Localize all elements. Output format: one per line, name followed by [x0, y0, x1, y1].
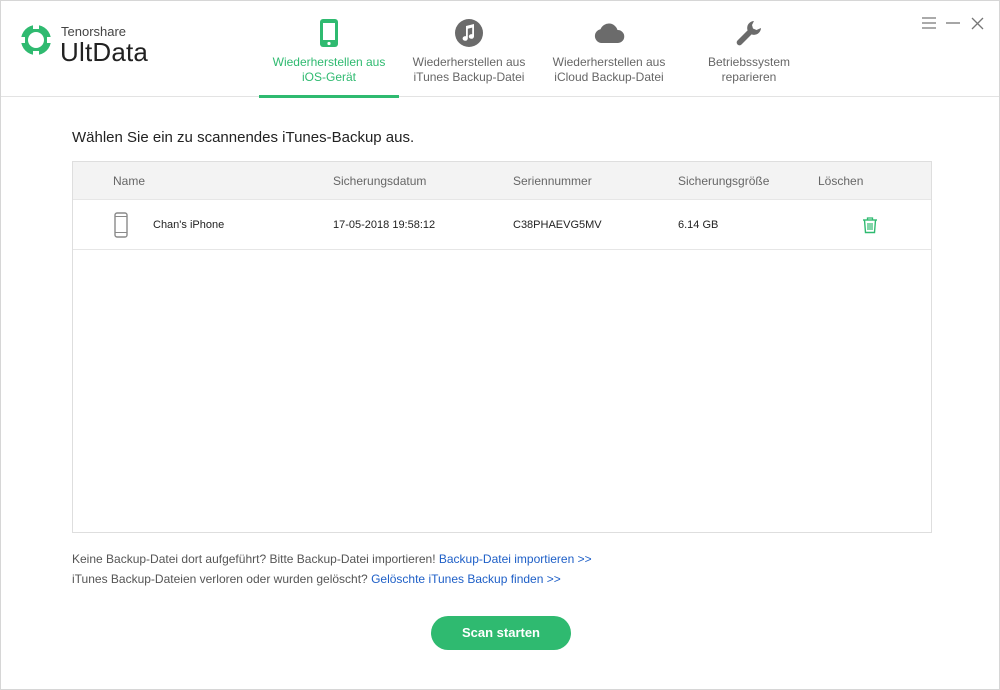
app-window: Tenorshare UltData Wiederherstellen aus … [0, 0, 1000, 690]
tab-recover-icloud-backup[interactable]: Wiederherstellen aus iCloud Backup-Datei [539, 1, 679, 97]
column-header-date: Sicherungsdatum [333, 174, 427, 188]
tab-recover-itunes-backup[interactable]: Wiederherstellen aus iTunes Backup-Datei [399, 1, 539, 97]
table-row[interactable]: Chan's iPhone 17-05-2018 19:58:12 C38PHA… [73, 200, 931, 250]
table-header: Name Sicherungsdatum Seriennummer Sicher… [73, 162, 931, 200]
backup-name: Chan's iPhone [153, 219, 225, 231]
tab-recover-ios-device[interactable]: Wiederherstellen aus iOS-Gerät [259, 1, 399, 98]
header: Tenorshare UltData Wiederherstellen aus … [1, 1, 999, 98]
ultdata-logo-icon [19, 23, 53, 57]
music-note-icon [453, 17, 485, 49]
import-hint: Keine Backup-Datei dort aufgeführt? Bitt… [72, 552, 592, 566]
start-scan-button[interactable]: Scan starten [431, 616, 571, 650]
phone-icon [313, 17, 345, 49]
wrench-icon [733, 17, 765, 49]
minimize-icon[interactable] [945, 15, 961, 31]
page-title: Wählen Sie ein zu scannendes iTunes-Back… [72, 129, 415, 146]
tab-label: Betriebssystem reparieren [707, 55, 791, 84]
import-hint-text: Keine Backup-Datei dort aufgeführt? Bitt… [72, 552, 436, 566]
find-deleted-backup-link[interactable]: Gelöschte iTunes Backup finden >> [371, 572, 561, 586]
find-deleted-hint-text: iTunes Backup-Dateien verloren oder wurd… [72, 572, 368, 586]
backup-table: Name Sicherungsdatum Seriennummer Sicher… [72, 161, 932, 533]
column-header-name: Name [113, 174, 146, 188]
tab-label: Wiederherstellen aus iOS-Gerät [272, 55, 386, 84]
column-header-delete: Löschen [818, 174, 864, 188]
window-controls [921, 15, 985, 31]
tab-label: Wiederherstellen aus iCloud Backup-Datei [552, 55, 666, 84]
backup-date: 17-05-2018 19:58:12 [333, 219, 436, 231]
import-backup-link[interactable]: Backup-Datei importieren >> [439, 552, 592, 566]
column-header-size: Sicherungsgröße [678, 174, 770, 188]
tab-repair-os[interactable]: Betriebssystem reparieren [679, 1, 819, 97]
column-header-serial: Seriennummer [513, 174, 592, 188]
tab-label: Wiederherstellen aus iTunes Backup-Datei [412, 55, 526, 84]
iphone-icon [114, 212, 128, 238]
find-deleted-hint: iTunes Backup-Dateien verloren oder wurd… [72, 572, 561, 586]
backup-size: 6.14 GB [678, 219, 719, 231]
brand-product-name: UltData [60, 37, 149, 67]
cloud-icon [593, 17, 625, 49]
close-icon[interactable] [969, 15, 985, 31]
trash-icon[interactable] [861, 216, 879, 234]
backup-serial: C38PHAEVG5MV [513, 219, 602, 231]
main-nav: Wiederherstellen aus iOS-Gerät Wiederher… [259, 1, 819, 98]
menu-icon[interactable] [921, 15, 937, 31]
